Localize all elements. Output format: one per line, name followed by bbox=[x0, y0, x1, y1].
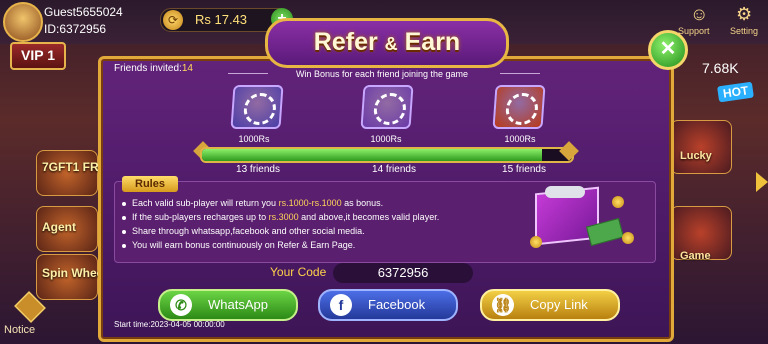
notice-label: Notice bbox=[4, 324, 36, 336]
facebook-label: Facebook bbox=[368, 297, 426, 312]
win-bonus-text: Win Bonus for each friend joining the ga… bbox=[295, 69, 469, 79]
support-icon[interactable]: ☺ bbox=[690, 4, 708, 25]
user-id: ID:6372956 bbox=[44, 22, 107, 36]
whatsapp-button[interactable]: ✆ WhatsApp bbox=[158, 289, 298, 321]
coin-icon bbox=[622, 232, 634, 244]
avatar[interactable] bbox=[3, 2, 43, 42]
invite-progress-bar bbox=[200, 147, 574, 163]
close-icon: ✕ bbox=[659, 38, 677, 60]
reward-chip-icon bbox=[492, 85, 546, 129]
friend-milestone: 14 friends bbox=[372, 164, 416, 175]
lucky-game-tile[interactable] bbox=[670, 120, 732, 174]
friend-milestone: 13 friends bbox=[236, 164, 280, 175]
gift-chips-icon bbox=[545, 186, 585, 198]
rule-item: If the sub-players recharges up to rs.30… bbox=[122, 212, 439, 222]
rule-item: Each valid sub-player will return you rs… bbox=[122, 198, 383, 208]
dialog-title: Refer & Earn bbox=[313, 28, 461, 56]
reward-amount: 1000Rs bbox=[370, 134, 402, 144]
rules-title: Rules bbox=[122, 176, 178, 192]
reward-chip-icon bbox=[360, 85, 414, 129]
coin-icon bbox=[612, 196, 624, 208]
facebook-icon: f bbox=[330, 294, 352, 316]
reward-amount: 1000Rs bbox=[238, 134, 270, 144]
spin-wheel-label: Spin Wheel bbox=[42, 266, 107, 280]
vip-badge[interactable]: VIP 1 bbox=[10, 42, 66, 70]
lucky-label: Lucky bbox=[680, 150, 712, 162]
reward-amount: 1000Rs bbox=[504, 134, 536, 144]
bullet-icon bbox=[122, 229, 126, 234]
copy-link-label: Copy Link bbox=[530, 297, 588, 312]
coin-icon bbox=[530, 236, 542, 248]
link-icon: ⛓ bbox=[492, 294, 514, 316]
facebook-button[interactable]: f Facebook bbox=[318, 289, 458, 321]
rule-item: Share through whatsapp,facebook and othe… bbox=[122, 226, 365, 236]
notice-icon bbox=[14, 291, 46, 323]
bullet-icon bbox=[122, 243, 126, 248]
close-button[interactable]: ✕ bbox=[648, 30, 688, 70]
friends-invited-count: 14 bbox=[181, 63, 193, 74]
friend-milestone: 15 friends bbox=[502, 164, 546, 175]
agent-label: Agent bbox=[42, 220, 76, 234]
your-code-label: Your Code bbox=[270, 265, 327, 279]
username: Guest5655024 bbox=[44, 5, 123, 19]
whatsapp-label: WhatsApp bbox=[208, 297, 268, 312]
reward-chip-icon bbox=[230, 85, 284, 129]
divider-right bbox=[500, 73, 540, 74]
progress-fill bbox=[202, 149, 543, 161]
whatsapp-icon: ✆ bbox=[170, 294, 192, 316]
game-label: Game bbox=[680, 250, 711, 262]
stat-value: 7.68K bbox=[702, 60, 739, 76]
dialog-title-banner: Refer & Earn bbox=[265, 18, 509, 68]
balance-value: Rs 17.43 bbox=[195, 12, 248, 27]
arrow-right-icon[interactable] bbox=[756, 172, 768, 192]
hot-badge: HOT bbox=[717, 81, 755, 103]
notice-button[interactable]: Notice bbox=[4, 291, 50, 336]
referral-code[interactable]: 6372956 bbox=[333, 263, 473, 283]
rule-item: You will earn bonus continuously on Refe… bbox=[122, 240, 355, 250]
gear-icon[interactable]: ⚙ bbox=[736, 4, 752, 25]
support-label: Support bbox=[678, 26, 710, 36]
start-time: Start time:2023-04-05 00:00:00 bbox=[114, 320, 225, 329]
setting-label: Setting bbox=[730, 26, 759, 36]
copy-link-button[interactable]: ⛓ Copy Link bbox=[480, 289, 620, 321]
refresh-icon[interactable]: ⟳ bbox=[163, 10, 183, 30]
bullet-icon bbox=[122, 201, 126, 206]
bullet-icon bbox=[122, 215, 126, 220]
friends-invited: Friends invited:14 bbox=[114, 63, 193, 74]
